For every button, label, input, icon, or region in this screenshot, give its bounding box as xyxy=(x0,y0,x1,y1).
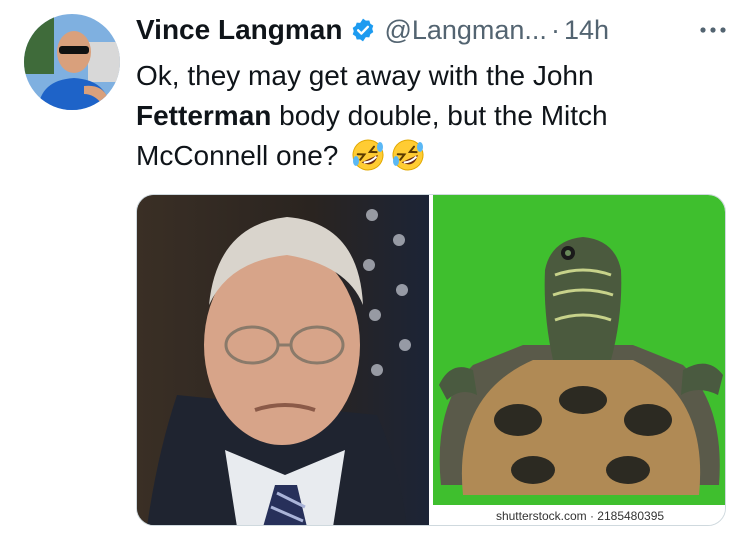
stock-watermark: shutterstock.com · 2185480395 xyxy=(495,509,665,523)
author-avatar[interactable] xyxy=(24,14,120,110)
tweet-text-part1: Ok, they may get away with the John xyxy=(136,60,594,91)
tweet-media[interactable]: shutterstock.com · 2185480395 xyxy=(136,194,726,526)
tweet-text: Ok, they may get away with the John Fett… xyxy=(136,56,726,176)
verified-badge-icon xyxy=(350,17,376,43)
avatar-photo xyxy=(24,14,120,110)
tweet-text-bold-name: Fetterman xyxy=(136,100,272,131)
separator-dot: · xyxy=(550,14,560,45)
more-options-icon[interactable] xyxy=(696,16,730,44)
rolling-on-floor-laughing-emoji xyxy=(350,137,386,173)
politician-photo[interactable] xyxy=(137,195,429,525)
timestamp[interactable]: 14h xyxy=(564,15,609,46)
rolling-on-floor-laughing-emoji xyxy=(390,137,426,173)
author-name[interactable]: Vince Langman xyxy=(136,14,342,46)
author-handle[interactable]: @Langman... xyxy=(384,15,547,46)
tweet-header: Vince Langman @Langman... · 14h xyxy=(136,10,730,50)
turtle-photo[interactable]: shutterstock.com · 2185480395 xyxy=(433,195,725,525)
